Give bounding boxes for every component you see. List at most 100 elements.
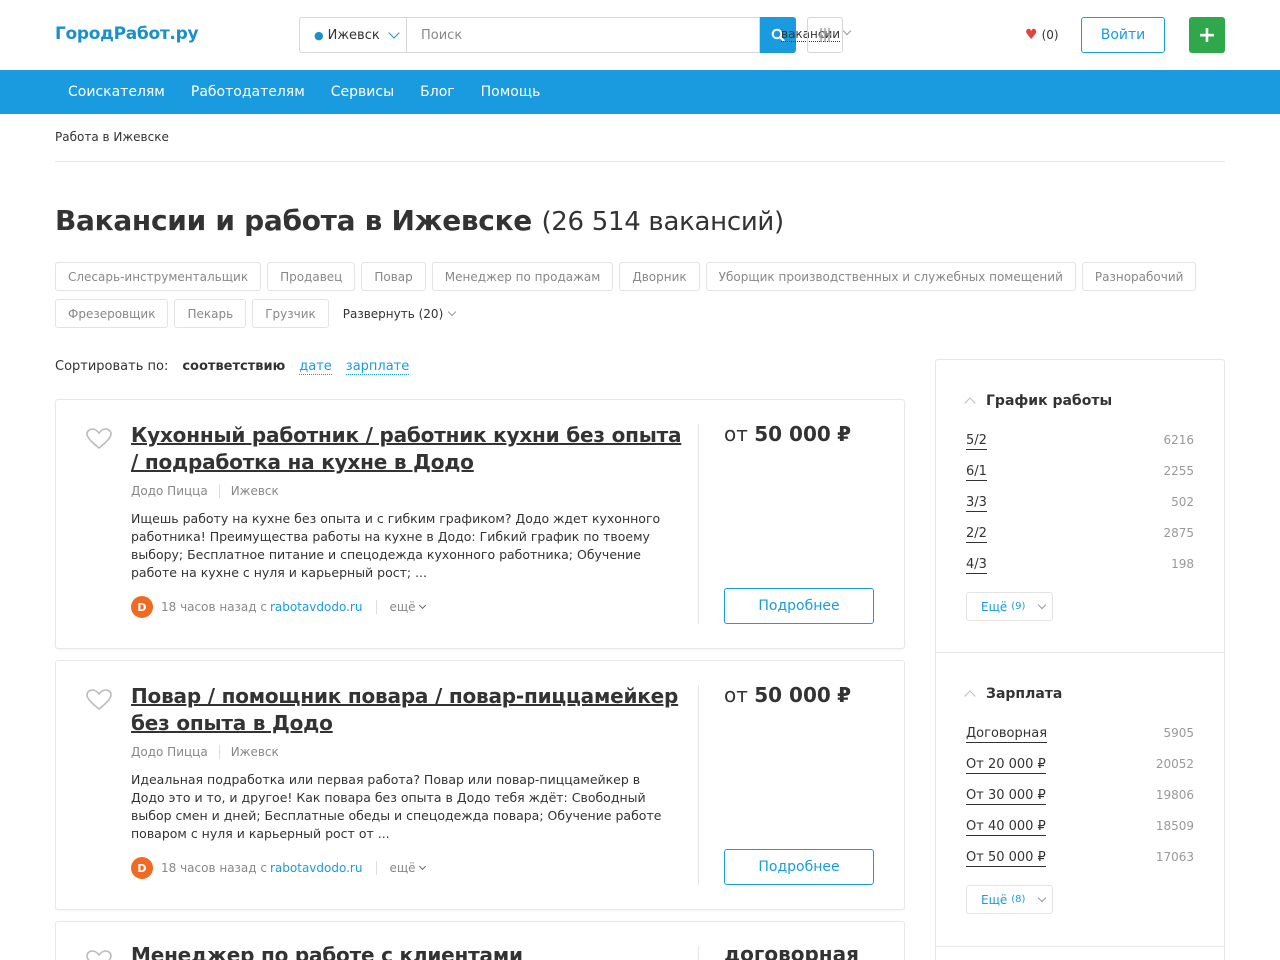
tag-item[interactable]: Уборщик производственных и служебных пом… — [705, 262, 1076, 291]
filter-option-label: 4/3 — [966, 557, 987, 574]
vacancy-title[interactable]: Повар / помощник повара / повар-пиццамей… — [131, 683, 686, 737]
heart-icon: ♥ — [1025, 27, 1038, 43]
source-link[interactable]: rabotavdodo.ru — [270, 600, 362, 614]
nav-item-employers[interactable]: Работодателям — [178, 84, 318, 100]
favorite-heart-icon[interactable] — [86, 428, 112, 450]
nav-item-help[interactable]: Помощь — [468, 84, 554, 100]
filter-option[interactable]: От 20 000 ₽ 20052 — [966, 757, 1194, 774]
divider — [698, 946, 699, 960]
tag-item[interactable]: Повар — [361, 262, 426, 291]
filter-option[interactable]: 4/3 198 — [966, 557, 1194, 574]
vacancy-salary: от 50 000 ₽ — [724, 422, 851, 446]
vacancy-title[interactable]: Менеджер по работе с клиентами — [131, 942, 686, 960]
chevron-down-icon — [418, 601, 426, 610]
favorite-heart-icon[interactable] — [86, 950, 112, 960]
profession-tags: Слесарь-инструментальщик Продавец Повар … — [55, 262, 1225, 328]
site-logo[interactable]: ГородРабот.ру — [55, 24, 199, 44]
details-button[interactable]: Подробнее — [724, 588, 874, 624]
filter-more-label: Ещё — [981, 599, 1008, 614]
tag-item[interactable]: Продавец — [267, 262, 356, 291]
filter-option[interactable]: От 40 000 ₽ 18509 — [966, 819, 1194, 836]
filter-option[interactable]: От 50 000 ₽ 17063 — [966, 850, 1194, 867]
filter-settings-button[interactable] — [807, 17, 843, 53]
filter-option-label: От 50 000 ₽ — [966, 850, 1046, 867]
filter-more-count: (9) — [1011, 601, 1026, 612]
filter-option[interactable]: Договорная 5905 — [966, 726, 1194, 743]
filter-option[interactable]: 3/3 502 — [966, 495, 1194, 512]
filter-more-label: Ещё — [981, 892, 1008, 907]
posted-time: 18 часов назад с — [161, 861, 267, 875]
filter-more-button[interactable]: Ещё (9) — [966, 592, 1053, 621]
filter-title-salary[interactable]: Зарплата — [964, 686, 1062, 702]
chevron-down-icon — [418, 862, 426, 871]
company-name[interactable]: Додо Пицца — [131, 484, 208, 498]
favorites-counter[interactable]: ♥ (0) — [1025, 27, 1059, 43]
sort-option-relevance[interactable]: соответствию — [182, 359, 285, 375]
filter-option-count: 5905 — [1163, 726, 1194, 740]
tag-item[interactable]: Менеджер по продажам — [431, 262, 614, 291]
chevron-down-icon — [448, 307, 457, 316]
expand-tags-button[interactable]: Развернуть (20) — [335, 299, 457, 328]
chevron-up-icon — [964, 690, 976, 702]
vacancy-salary: договорная — [724, 942, 859, 960]
vacancy-card: Кухонный работник / работник кухни без о… — [55, 399, 905, 649]
filter-option-count: 2875 — [1163, 526, 1194, 540]
nav-item-seekers[interactable]: Соискателям — [55, 84, 178, 100]
vacancy-meta: Додо Пицца Ижевск — [131, 484, 279, 498]
filter-option-count: 2255 — [1163, 464, 1194, 478]
filter-option-count: 17063 — [1155, 850, 1194, 864]
tag-item[interactable]: Пекарь — [174, 299, 247, 328]
filter-option-label: От 20 000 ₽ — [966, 757, 1046, 774]
tag-item[interactable]: Фрезеровщик — [55, 299, 169, 328]
vacancy-card: Менеджер по работе с клиентами договорна… — [55, 921, 905, 960]
divider — [936, 946, 1224, 947]
filter-more-count: (8) — [1011, 894, 1026, 905]
vacancy-meta: Додо Пицца Ижевск — [131, 745, 279, 759]
vacancy-description: Идеальная подработка или первая работа? … — [131, 772, 662, 841]
filter-more-button[interactable]: Ещё (8) — [966, 885, 1053, 914]
breadcrumb[interactable]: Работа в Ижевске — [55, 130, 169, 144]
tag-item[interactable]: Дворник — [619, 262, 700, 291]
company-logo-icon: D — [131, 857, 153, 879]
vacancy-source: D 18 часов назад с rabotavdodo.ru ещё — [131, 596, 426, 618]
add-vacancy-button[interactable]: + — [1189, 17, 1225, 53]
salary-value: 50 000 — [754, 683, 831, 707]
filter-option[interactable]: 5/2 6216 — [966, 433, 1194, 450]
divider — [698, 424, 699, 624]
posted-time: 18 часов назад с — [161, 600, 267, 614]
sort-option-date[interactable]: дате — [299, 359, 332, 375]
source-link[interactable]: rabotavdodo.ru — [270, 861, 362, 875]
filter-option[interactable]: От 30 000 ₽ 19806 — [966, 788, 1194, 805]
divider — [698, 685, 699, 885]
sliders-icon — [819, 28, 831, 42]
chevron-up-icon — [964, 397, 976, 409]
divider — [55, 161, 1225, 162]
more-dropdown[interactable]: ещё — [376, 600, 426, 614]
login-button[interactable]: Войти — [1081, 17, 1165, 53]
favorites-count: (0) — [1041, 28, 1059, 42]
tag-item[interactable]: Грузчик — [252, 299, 329, 328]
city-select[interactable]: ● Ижевск — [299, 17, 406, 53]
filter-title-schedule[interactable]: График работы — [964, 393, 1112, 409]
tag-item[interactable]: Слесарь-инструментальщик — [55, 262, 262, 291]
filter-option[interactable]: 6/1 2255 — [966, 464, 1194, 481]
chevron-down-icon — [388, 27, 400, 39]
filter-option[interactable]: 2/2 2875 — [966, 526, 1194, 543]
filter-group-salary: Зарплата Договорная 5905 От 20 000 ₽ 200… — [936, 686, 1224, 946]
company-logo-icon: D — [131, 596, 153, 618]
sort-option-salary[interactable]: зарплате — [345, 359, 410, 375]
filter-option-label: 3/3 — [966, 495, 987, 512]
nav-item-blog[interactable]: Блог — [407, 84, 467, 100]
vacancy-title[interactable]: Кухонный работник / работник кухни без о… — [131, 422, 686, 476]
vacancy-source: D 18 часов назад с rabotavdodo.ru ещё — [131, 857, 426, 879]
more-dropdown[interactable]: ещё — [376, 861, 426, 875]
salary-value: 50 000 — [754, 422, 831, 446]
favorite-heart-icon[interactable] — [86, 689, 112, 711]
filter-option-count: 19806 — [1155, 788, 1194, 802]
details-button[interactable]: Подробнее — [724, 849, 874, 885]
divider — [936, 652, 1224, 653]
search-input[interactable] — [406, 17, 760, 53]
company-name[interactable]: Додо Пицца — [131, 745, 208, 759]
nav-item-services[interactable]: Сервисы — [318, 84, 407, 100]
tag-item[interactable]: Разнорабочий — [1081, 262, 1197, 291]
